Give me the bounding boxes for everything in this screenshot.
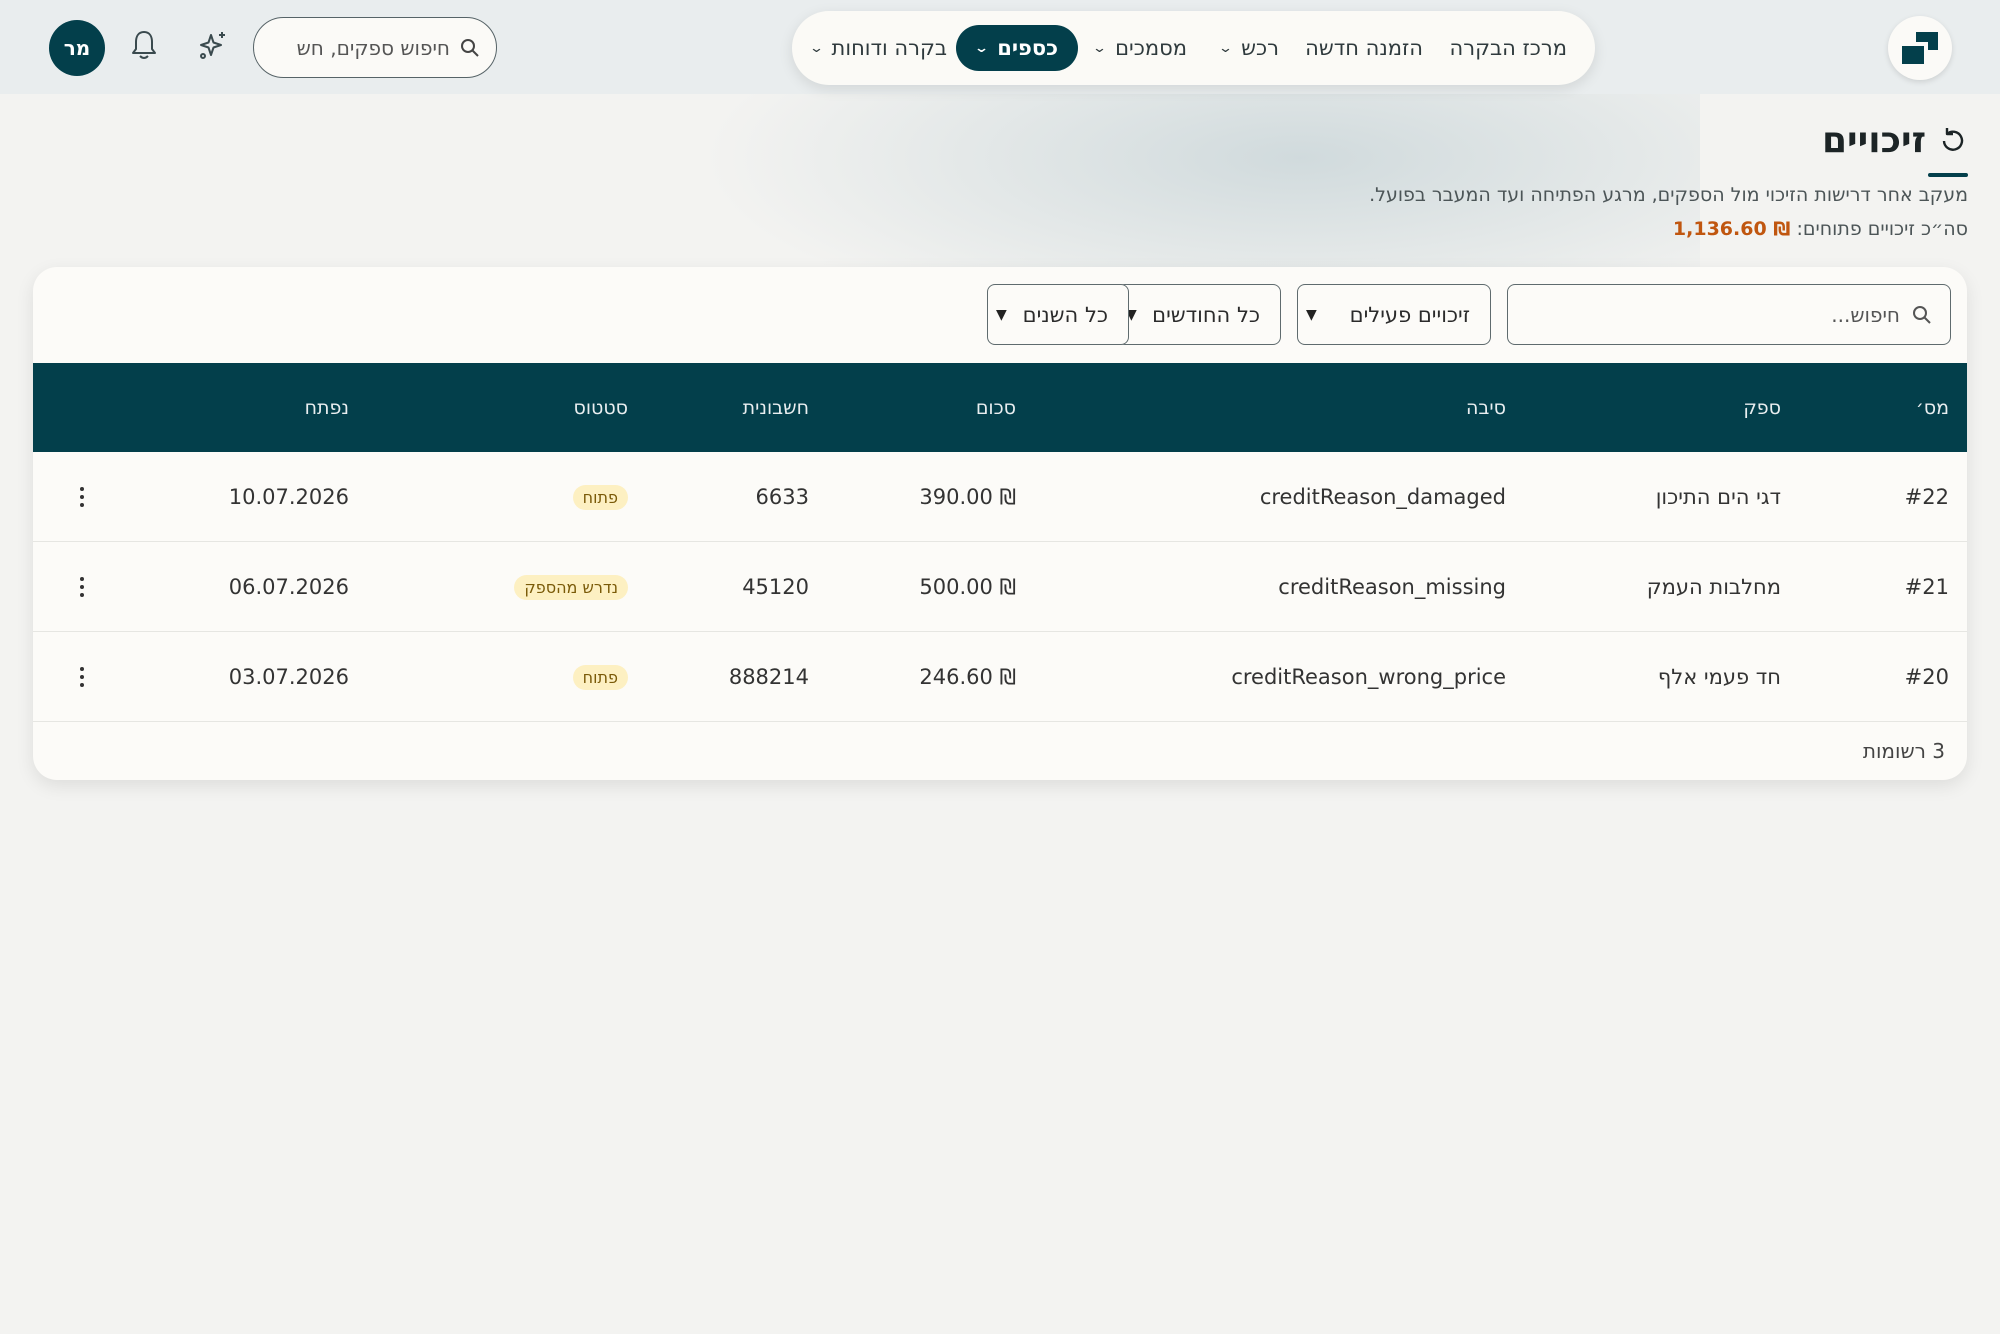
avatar-initials: מר (63, 36, 91, 60)
cell-amount: 500.00 ₪ (919, 542, 1016, 632)
cell-invoice: 6633 (755, 485, 809, 509)
main-nav: מרכז הבקרה הזמנה חדשה רכש ⌄ מסמכים ⌄ כספ… (792, 11, 1595, 85)
status-badge: נדרש מהספק (514, 574, 628, 600)
nav-item-label: כספים (997, 36, 1058, 60)
year-filter-select[interactable]: כל השנים ▼ (987, 284, 1129, 345)
table-search-placeholder: חיפוש... (1831, 302, 1900, 327)
cell-id: #20 (1904, 665, 1949, 689)
ai-assistant-button[interactable] (190, 22, 236, 68)
cell-reason: creditReason_wrong_price (1231, 665, 1506, 689)
search-icon (1913, 305, 1931, 324)
chevron-down-icon: ⌄ (808, 40, 824, 56)
app-logo[interactable] (1888, 16, 1952, 80)
total-value: ₪ 1,136.60 (1672, 218, 1791, 240)
row-actions-menu-icon[interactable] (75, 452, 89, 542)
cell-invoice: 888214 (728, 665, 809, 689)
cell-id: #21 (1904, 575, 1949, 599)
search-icon (461, 38, 479, 57)
nav-item-documents[interactable]: מסמכים ⌄ (1092, 25, 1187, 71)
column-header-opened[interactable]: נפתח (305, 363, 349, 452)
title-underline (1928, 173, 1968, 177)
cell-opened: 06.07.2026 (228, 575, 349, 599)
cell-id: #22 (1904, 485, 1949, 509)
nav-item-label: רכש (1241, 36, 1279, 60)
page-subtitle: מעקב אחר דרישות הזיכוי מול הספקים, מרגע … (1369, 184, 1968, 206)
chevron-down-icon: ▼ (996, 306, 1007, 323)
amount-value: 500.00 ₪ (919, 575, 1016, 599)
row-actions-menu-icon[interactable] (75, 542, 89, 632)
status-filter-select[interactable]: זיכויים פעילים ▼ (1297, 284, 1491, 345)
nav-item-label: מרכז הבקרה (1449, 36, 1568, 60)
year-filter-value: כל השנים (1022, 302, 1108, 327)
open-credits-total: סה״כ זיכויים פתוחים: ₪ 1,136.60 (1673, 218, 1968, 240)
chevron-down-icon: ⌄ (1218, 40, 1234, 56)
nav-item-control-center[interactable]: מרכז הבקרה (1450, 25, 1568, 71)
global-search-placeholder: חיפוש ספקים, חש (296, 35, 450, 60)
chevron-down-icon: ⌄ (974, 40, 990, 56)
column-header-reason[interactable]: סיבה (1466, 363, 1506, 452)
avatar[interactable]: מר (49, 20, 105, 76)
bell-icon (132, 31, 156, 59)
column-header-id[interactable]: מס׳ (1916, 363, 1949, 452)
nav-item-finance[interactable]: כספים ⌄ (956, 25, 1078, 71)
cell-supplier: מחלבות העמק (1646, 575, 1781, 599)
refresh-icon (1942, 127, 1964, 151)
page-title: זיכויים (1821, 120, 1926, 161)
cell-amount: 246.60 ₪ (919, 632, 1016, 722)
cell-supplier: חד פעמי אלף (1657, 665, 1781, 689)
total-label: סה״כ זיכויים פתוחים: (1796, 218, 1968, 240)
logo-icon (1902, 32, 1938, 64)
sparkles-icon (200, 32, 225, 59)
chevron-down-icon: ▼ (1306, 306, 1317, 323)
status-badge: פתוח (572, 664, 628, 690)
column-header-supplier[interactable]: ספק (1743, 363, 1781, 452)
chevron-down-icon: ⌄ (1092, 40, 1108, 56)
column-header-invoice[interactable]: חשבונית (743, 363, 809, 452)
nav-item-reports[interactable]: בקרה ודוחות ⌄ (808, 25, 947, 71)
cell-status: פתוח (572, 632, 628, 722)
column-header-amount[interactable]: סכום (976, 363, 1016, 452)
status-badge: פתוח (572, 484, 628, 510)
cell-reason: creditReason_damaged (1259, 485, 1506, 509)
notifications-button[interactable] (121, 22, 167, 68)
month-filter-value: כל החודשים (1152, 302, 1260, 327)
cell-amount: 390.00 ₪ (919, 452, 1016, 542)
amount-value: 390.00 ₪ (919, 485, 1016, 509)
cell-invoice: 45120 (742, 575, 809, 599)
nav-item-label: הזמנה חדשה (1305, 36, 1423, 60)
record-count: 3 רשומות (1862, 739, 1945, 763)
table-row[interactable]: #22 דגי הים התיכון creditReason_damaged … (33, 452, 1967, 542)
cell-supplier: דגי הים התיכון (1655, 485, 1781, 509)
table-row[interactable]: #21 מחלבות העמק creditReason_missing 500… (33, 542, 1967, 632)
nav-item-label: בקרה ודוחות (831, 36, 947, 60)
nav-item-new-order[interactable]: הזמנה חדשה (1305, 25, 1423, 71)
global-search-input[interactable]: חיפוש ספקים, חש (253, 17, 497, 78)
top-bar: מרכז הבקרה הזמנה חדשה רכש ⌄ מסמכים ⌄ כספ… (0, 0, 2000, 94)
amount-value: 246.60 ₪ (919, 665, 1016, 689)
column-header-status[interactable]: סטטוס (574, 363, 628, 452)
cell-reason: creditReason_missing (1278, 575, 1506, 599)
credits-card: חיפוש... זיכויים פעילים ▼ כל החודשים ▼ כ… (33, 267, 1967, 780)
row-actions-menu-icon[interactable] (75, 632, 89, 722)
month-filter-select[interactable]: כל החודשים ▼ (1117, 284, 1281, 345)
nav-item-label: מסמכים (1115, 36, 1187, 60)
table-header: מס׳ ספק סיבה סכום חשבונית סטטוס נפתח (33, 363, 1967, 452)
status-filter-value: זיכויים פעילים (1349, 302, 1470, 327)
cell-opened: 10.07.2026 (228, 485, 349, 509)
page-header: זיכויים (1822, 120, 1968, 161)
cell-opened: 03.07.2026 (228, 665, 349, 689)
cell-status: נדרש מהספק (514, 542, 628, 632)
nav-item-purchasing[interactable]: רכש ⌄ (1218, 25, 1279, 71)
cell-status: פתוח (572, 452, 628, 542)
table-row[interactable]: #20 חד פעמי אלף creditReason_wrong_price… (33, 632, 1967, 722)
table-search-input[interactable]: חיפוש... (1507, 284, 1951, 345)
